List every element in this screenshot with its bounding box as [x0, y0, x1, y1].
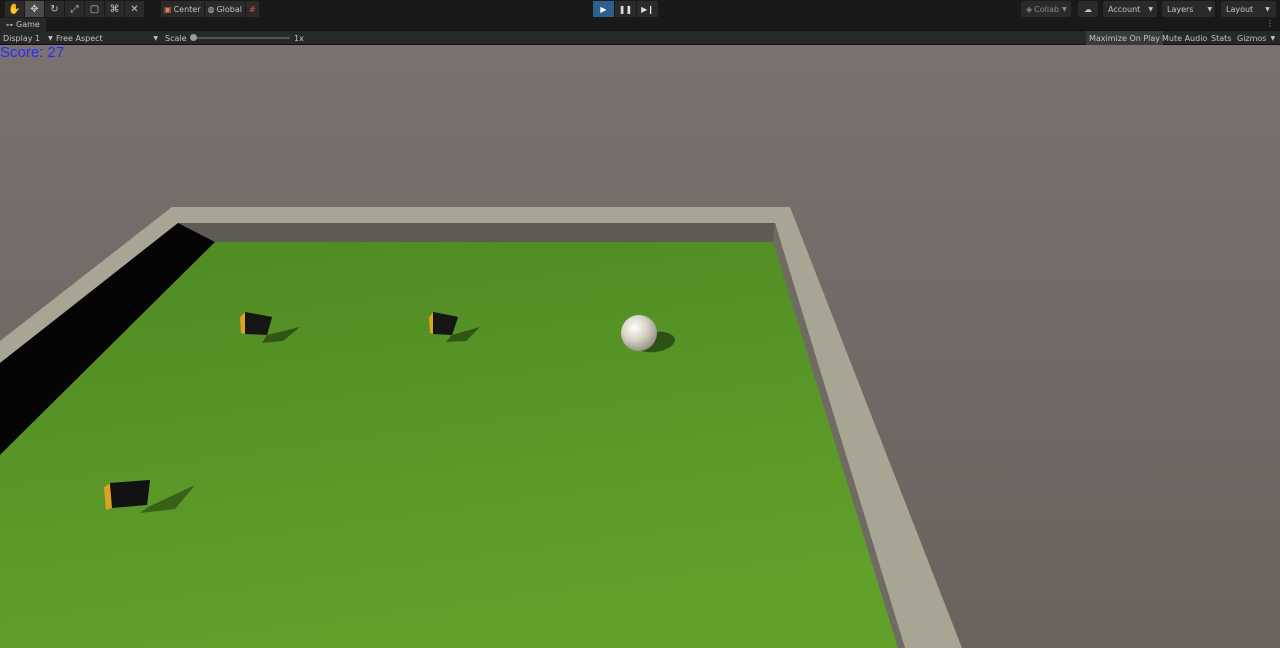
player-ball — [621, 315, 657, 351]
tab-game-label: Game — [16, 20, 40, 29]
transform-tool-button[interactable]: ⌘ — [105, 1, 125, 17]
game-scene — [0, 45, 1280, 648]
custom-tool-button[interactable]: ✕ — [125, 1, 145, 17]
play-controls: ▶ ❚❚ ▶❙ — [593, 1, 659, 17]
rect-tool-button[interactable]: ▢ — [85, 1, 105, 17]
pivot-space-button[interactable]: ◍ Global — [204, 1, 247, 17]
gamepad-icon: ⊶ — [6, 20, 13, 29]
far-wall-face — [178, 223, 775, 242]
chevron-down-icon: ▼ — [48, 34, 53, 42]
rotate-tool-icon: ↻ — [50, 3, 59, 15]
move-tool-icon: ✥ — [30, 3, 39, 15]
scale-value: 1x — [294, 33, 304, 43]
layout-label: Layout — [1226, 4, 1254, 14]
pivot-mode-button[interactable]: ▣ Center — [161, 1, 205, 17]
collab-button[interactable]: ◈ Collab ▼ — [1021, 1, 1071, 17]
aspect-label: Free Aspect — [56, 33, 103, 43]
chevron-down-icon: ▼ — [1062, 5, 1067, 13]
unity-editor: ✋ ✥ ↻ ⤢ ▢ ⌘ ✕ ▣ Center ◍ Global # ▶ ❚❚ ▶… — [0, 0, 1280, 648]
transform-tool-icon: ⌘ — [109, 3, 120, 15]
scale-tool-button[interactable]: ⤢ — [65, 1, 85, 17]
more-options-icon[interactable]: ⋮ — [1266, 19, 1274, 28]
tab-bar: ⊶ Game ⋮ — [0, 18, 1280, 31]
collab-icon: ◈ — [1026, 4, 1033, 14]
main-toolbar: ✋ ✥ ↻ ⤢ ▢ ⌘ ✕ ▣ Center ◍ Global # ▶ ❚❚ ▶… — [0, 0, 1280, 18]
game-view-options: Display 1 ▼ Free Aspect ▼ Scale 1x Maxim… — [0, 31, 1280, 45]
game-viewport[interactable] — [0, 45, 1280, 648]
pause-icon: ❚❚ — [618, 4, 633, 14]
cube-front — [110, 480, 150, 508]
chevron-down-icon: ▼ — [1265, 5, 1270, 13]
pause-button[interactable]: ❚❚ — [615, 1, 637, 17]
account-label: Account — [1108, 4, 1141, 14]
stats-toggle[interactable]: Stats — [1208, 31, 1234, 45]
rotate-tool-button[interactable]: ↻ — [45, 1, 65, 17]
scale-slider-handle[interactable] — [190, 34, 197, 41]
scale-tool-icon: ⤢ — [70, 3, 79, 15]
grid-snap-icon: # — [249, 4, 256, 14]
custom-tool-icon: ✕ — [130, 3, 139, 15]
score-text: Score: 27 — [0, 44, 65, 61]
chevron-down-icon: ▼ — [1270, 34, 1276, 42]
step-button[interactable]: ▶❙ — [637, 1, 659, 17]
layers-label: Layers — [1167, 4, 1194, 14]
collab-label: Collab — [1034, 4, 1060, 14]
pivot-center-icon: ▣ — [164, 4, 172, 14]
move-tool-button[interactable]: ✥ — [25, 1, 45, 17]
hand-tool-icon: ✋ — [8, 3, 21, 15]
maximize-on-play-toggle[interactable]: Maximize On Play — [1086, 31, 1164, 45]
layers-dropdown[interactable]: Layers ▼ — [1162, 1, 1215, 17]
account-dropdown[interactable]: Account ▼ — [1103, 1, 1157, 17]
chevron-down-icon: ▼ — [153, 34, 158, 42]
gizmos-label: Gizmos — [1237, 33, 1267, 43]
pivot-mode-label: Center — [173, 4, 201, 14]
grid-snap-button[interactable]: # — [246, 1, 260, 17]
cloud-button[interactable]: ☁ — [1078, 1, 1098, 17]
cloud-icon: ☁ — [1084, 4, 1092, 14]
scale-label: Scale — [165, 33, 187, 43]
pivot-space-label: Global — [216, 4, 243, 14]
mute-audio-toggle[interactable]: Mute Audio — [1159, 31, 1210, 45]
gizmos-dropdown[interactable]: Gizmos ▼ — [1234, 31, 1278, 45]
step-icon: ▶❙ — [641, 4, 654, 14]
play-icon: ▶ — [600, 4, 607, 14]
display-dropdown[interactable]: Display 1 ▼ — [3, 31, 53, 45]
chevron-down-icon: ▼ — [1207, 5, 1213, 13]
pivot-tools: ▣ Center ◍ Global # — [161, 1, 260, 17]
tab-game[interactable]: ⊶ Game — [0, 18, 46, 31]
rect-tool-icon: ▢ — [89, 3, 100, 15]
play-button[interactable]: ▶ — [593, 1, 615, 17]
hand-tool-button[interactable]: ✋ — [5, 1, 25, 17]
scale-slider-track[interactable] — [192, 37, 290, 39]
chevron-down-icon: ▼ — [1148, 5, 1153, 13]
globe-icon: ◍ — [207, 4, 215, 14]
transform-tools: ✋ ✥ ↻ ⤢ ▢ ⌘ ✕ — [5, 1, 145, 17]
layout-dropdown[interactable]: Layout ▼ — [1221, 1, 1276, 17]
display-label: Display 1 — [3, 33, 41, 43]
aspect-dropdown[interactable]: Free Aspect ▼ — [56, 31, 158, 45]
